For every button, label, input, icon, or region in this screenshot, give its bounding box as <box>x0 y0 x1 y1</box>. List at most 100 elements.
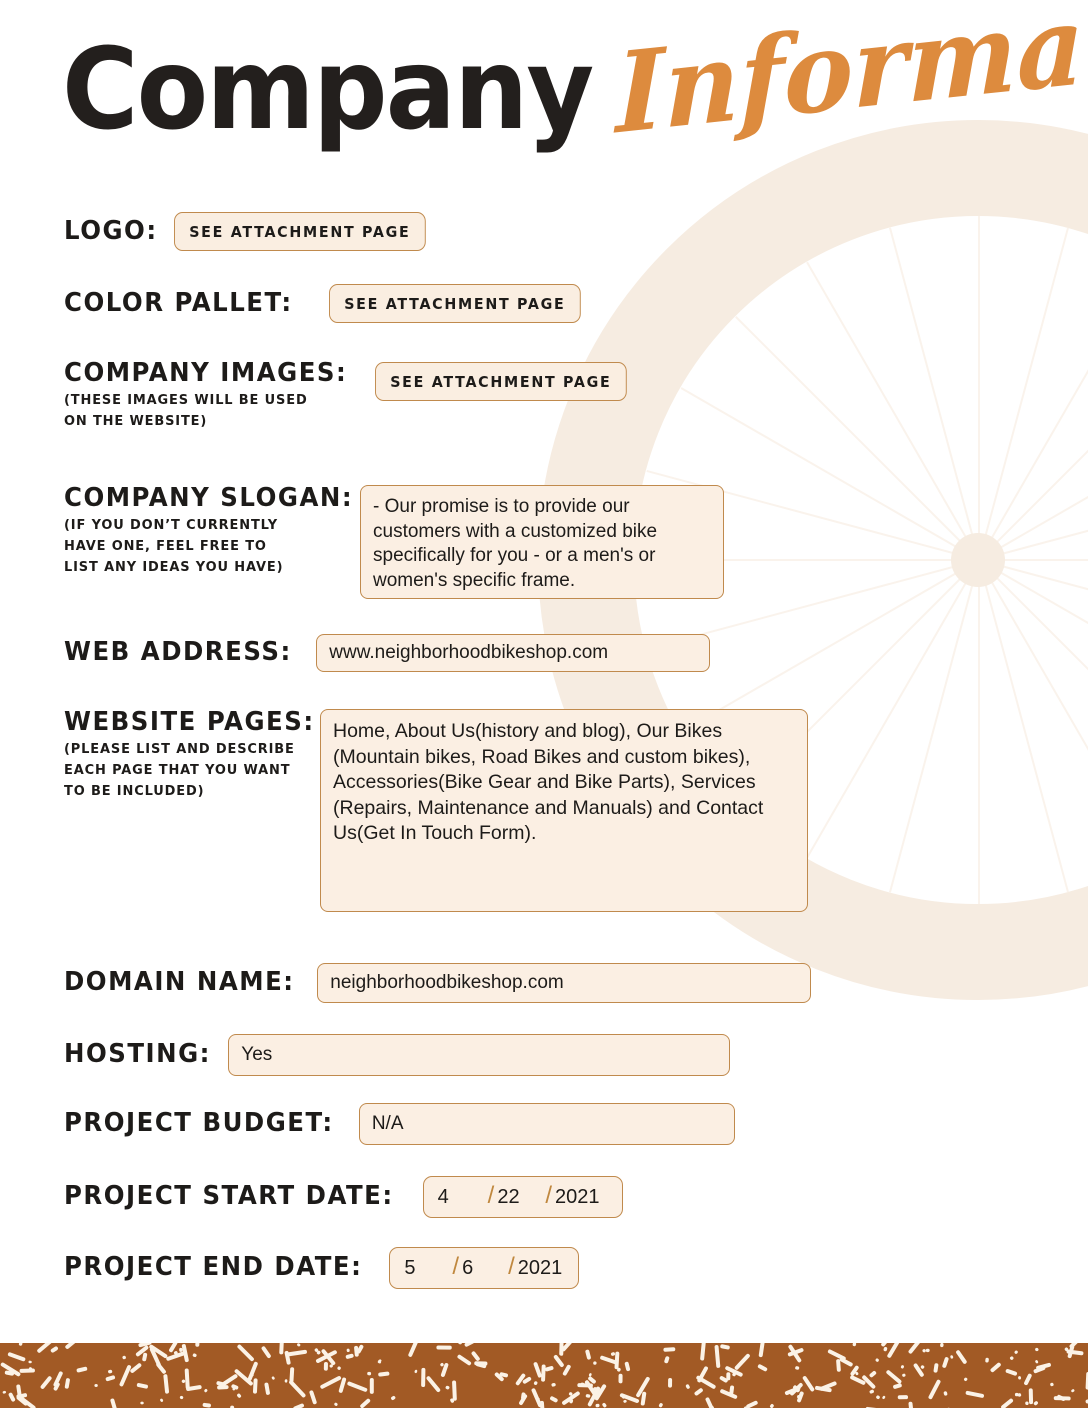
confetti-speck <box>658 1403 663 1408</box>
confetti-speck <box>533 1381 538 1385</box>
confetti-speck <box>964 1377 968 1381</box>
start-date-separator-2: / <box>545 1182 553 1209</box>
start-date-separator-1: / <box>487 1182 495 1209</box>
confetti-speck <box>1035 1347 1039 1352</box>
confetti-speck <box>247 1361 258 1381</box>
project-end-date-label: PROJECT END DATE: <box>64 1252 363 1283</box>
confetti-speck <box>922 1349 926 1353</box>
confetti-speck <box>593 1361 597 1365</box>
domain-name-label: DOMAIN NAME: <box>64 967 295 998</box>
confetti-speck <box>902 1373 906 1377</box>
confetti-speck <box>354 1345 359 1357</box>
start-date-month[interactable]: 4 <box>438 1186 488 1209</box>
hosting-label-col: HOSTING: <box>64 1041 220 1069</box>
confetti-speck <box>640 1391 647 1406</box>
confetti-speck <box>559 1343 564 1356</box>
color-pallet-value-field[interactable]: SEE ATTACHMENT PAGE <box>329 284 581 323</box>
confetti-speck <box>252 1378 258 1394</box>
confetti-speck <box>136 1383 148 1389</box>
form-row-color-pallet: COLOR PALLET: SEE ATTACHMENT PAGE <box>64 284 594 323</box>
confetti-speck <box>237 1344 254 1362</box>
confetti-speck <box>887 1343 901 1358</box>
end-date-year[interactable]: 2021 <box>518 1257 563 1280</box>
confetti-speck <box>284 1379 288 1383</box>
confetti-speck <box>2 1390 7 1394</box>
confetti-speck <box>965 1390 984 1398</box>
confetti-speck <box>160 1398 164 1402</box>
confetti-speck <box>893 1383 902 1389</box>
confetti-speck <box>928 1379 941 1400</box>
confetti-speck <box>179 1347 183 1352</box>
confetti-speck <box>588 1373 592 1377</box>
confetti-speck <box>950 1355 954 1359</box>
company-images-value-field[interactable]: SEE ATTACHMENT PAGE <box>375 362 628 401</box>
domain-name-value-field[interactable]: neighborhoodbikeshop.com <box>317 963 812 1003</box>
confetti-speck <box>623 1399 627 1403</box>
start-date-day[interactable]: 22 <box>497 1186 545 1209</box>
domain-name-label-col: DOMAIN NAME: <box>64 967 309 998</box>
confetti-speck <box>541 1364 546 1382</box>
confetti-speck <box>990 1362 1001 1373</box>
confetti-speck <box>553 1355 564 1367</box>
company-slogan-value-field[interactable]: - Our promise is to provide our customer… <box>360 485 724 599</box>
confetti-speck <box>875 1358 879 1362</box>
logo-value-field[interactable]: SEE ATTACHMENT PAGE <box>173 212 426 251</box>
confetti-speck <box>426 1376 441 1393</box>
confetti-speck <box>110 1398 119 1408</box>
end-date-separator-2: / <box>508 1253 515 1280</box>
confetti-speck <box>985 1357 989 1363</box>
confetti-speck <box>347 1381 368 1392</box>
end-date-day[interactable]: 6 <box>462 1257 508 1280</box>
web-address-label-col: WEB ADDRESS: <box>64 637 306 668</box>
confetti-speck <box>76 1366 88 1373</box>
confetti-speck <box>940 1343 944 1348</box>
confetti-speck <box>64 1378 70 1389</box>
confetti-speck <box>445 1385 450 1390</box>
project-start-date-field[interactable]: 4 / 22 / 2021 <box>422 1176 623 1218</box>
confetti-speck <box>942 1357 949 1368</box>
web-address-label: WEB ADDRESS: <box>64 637 292 668</box>
confetti-speck <box>694 1388 703 1396</box>
confetti-speck <box>391 1395 396 1400</box>
website-pages-value-field[interactable]: Home, About Us(history and blog), Our Bi… <box>320 709 808 912</box>
confetti-speck <box>663 1347 676 1352</box>
end-date-month[interactable]: 5 <box>404 1257 452 1280</box>
confetti-speck <box>408 1343 418 1357</box>
confetti-speck <box>65 1343 78 1349</box>
confetti-speck <box>378 1371 390 1377</box>
confetti-speck <box>8 1392 16 1402</box>
confetti-speck <box>471 1351 480 1361</box>
confetti-speck <box>802 1376 815 1392</box>
confetti-speck <box>734 1353 750 1370</box>
color-pallet-label-col: COLOR PALLET: <box>64 289 307 317</box>
form-row-project-start-date: PROJECT START DATE: 4 / 22 / 2021 <box>64 1176 623 1218</box>
confetti-speck <box>458 1343 465 1345</box>
confetti-speck <box>1001 1398 1014 1408</box>
confetti-speck <box>293 1403 304 1408</box>
confetti-speck <box>16 1384 22 1396</box>
confetti-speck <box>886 1370 902 1384</box>
logo-label: LOGO: <box>64 215 158 246</box>
confetti-speck <box>18 1343 23 1346</box>
project-budget-value-field[interactable]: N/A <box>358 1103 735 1145</box>
confetti-speck <box>720 1389 738 1399</box>
confetti-speck <box>464 1343 475 1347</box>
confetti-speck <box>130 1363 142 1373</box>
confetti-speck <box>769 1404 774 1408</box>
hosting-value-field[interactable]: Yes <box>228 1034 731 1076</box>
web-address-value-field[interactable]: www.neighborhoodbikeshop.com <box>316 634 711 672</box>
confetti-speck <box>369 1378 374 1394</box>
form-row-project-end-date: PROJECT END DATE: 5 / 6 / 2021 <box>64 1247 580 1289</box>
form-row-website-pages: WEBSITE PAGES: (PLEASE LIST AND DESCRIBE… <box>64 708 808 912</box>
confetti-speck <box>271 1376 275 1380</box>
confetti-speck <box>850 1365 859 1376</box>
start-date-year[interactable]: 2021 <box>555 1186 600 1209</box>
confetti-speck <box>1009 1356 1014 1360</box>
confetti-speck <box>367 1371 372 1376</box>
project-end-date-field[interactable]: 5 / 6 / 2021 <box>389 1247 580 1289</box>
confetti-speck <box>956 1350 967 1364</box>
company-information-form: LOGO: SEE ATTACHMENT PAGE COLOR PALLET: … <box>0 0 1088 1408</box>
confetti-speck <box>237 1393 242 1398</box>
confetti-speck <box>533 1362 542 1378</box>
form-row-company-images: COMPANY IMAGES: (THESE IMAGES WILL BE US… <box>64 359 640 432</box>
